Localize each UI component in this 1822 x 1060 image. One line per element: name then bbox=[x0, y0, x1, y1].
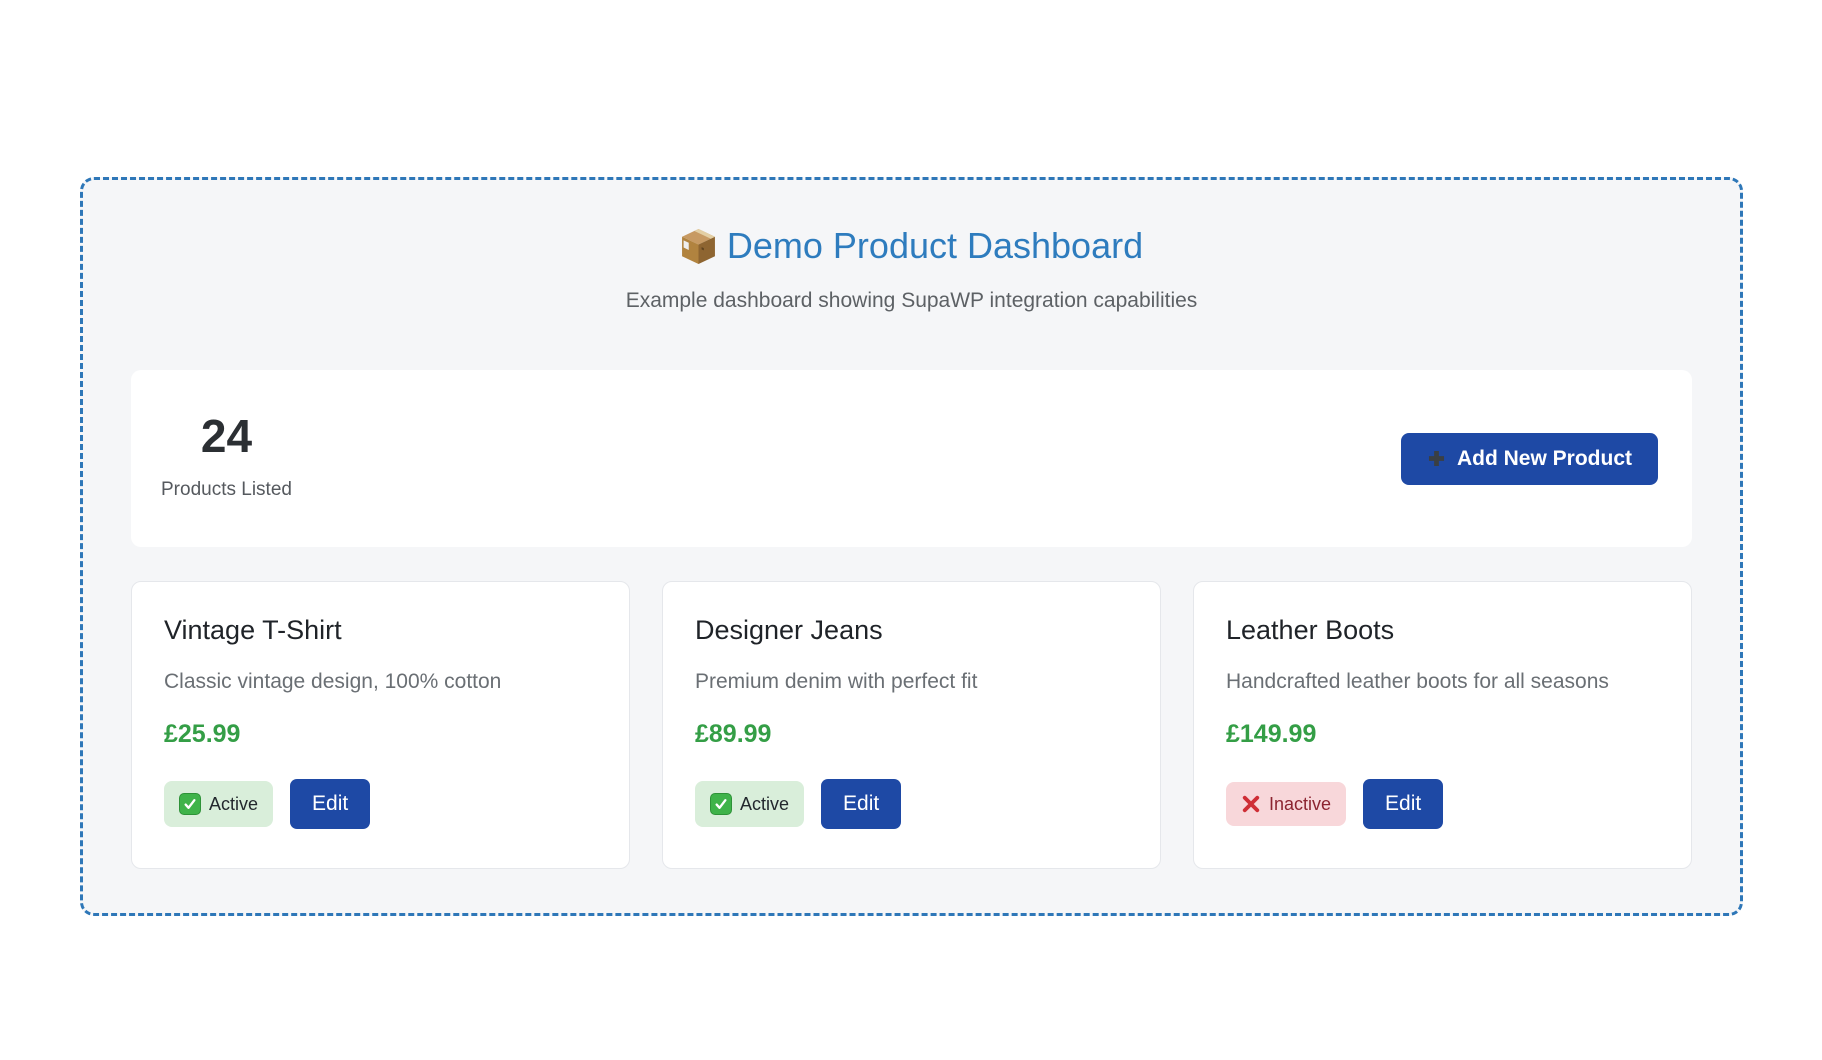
product-description: Classic vintage design, 100% cotton bbox=[164, 669, 597, 694]
package-icon bbox=[680, 228, 717, 265]
products-count-value: 24 bbox=[161, 411, 292, 461]
edit-button[interactable]: Edit bbox=[290, 779, 370, 829]
stats-bar: 24 Products Listed Add New Product bbox=[131, 370, 1692, 547]
product-name: Leather Boots bbox=[1226, 614, 1659, 646]
page-title-text: Demo Product Dashboard bbox=[727, 224, 1143, 268]
dashboard-header: Demo Product Dashboard Example dashboard… bbox=[131, 224, 1692, 314]
add-new-product-label: Add New Product bbox=[1457, 447, 1632, 471]
product-description: Premium denim with perfect fit bbox=[695, 669, 1128, 694]
product-card: Vintage T-Shirt Classic vintage design, … bbox=[131, 581, 630, 869]
status-label: Inactive bbox=[1269, 795, 1331, 813]
product-price: £89.99 bbox=[695, 720, 1128, 749]
plus-icon bbox=[1427, 449, 1446, 468]
check-icon bbox=[710, 793, 732, 815]
dashboard-container: Demo Product Dashboard Example dashboard… bbox=[80, 177, 1743, 916]
status-label: Active bbox=[209, 795, 258, 813]
product-actions: Inactive Edit bbox=[1226, 779, 1659, 829]
product-name: Vintage T-Shirt bbox=[164, 614, 597, 646]
product-card: Designer Jeans Premium denim with perfec… bbox=[662, 581, 1161, 869]
edit-button[interactable]: Edit bbox=[821, 779, 901, 829]
page-subtitle: Example dashboard showing SupaWP integra… bbox=[131, 288, 1692, 314]
check-icon bbox=[179, 793, 201, 815]
product-price: £149.99 bbox=[1226, 720, 1659, 749]
products-count-label: Products Listed bbox=[161, 479, 292, 501]
status-badge: Active bbox=[164, 781, 273, 827]
product-name: Designer Jeans bbox=[695, 614, 1128, 646]
add-new-product-button[interactable]: Add New Product bbox=[1401, 433, 1658, 485]
products-count-stat: 24 Products Listed bbox=[161, 411, 292, 507]
product-cards-grid: Vintage T-Shirt Classic vintage design, … bbox=[131, 581, 1692, 869]
status-label: Active bbox=[740, 795, 789, 813]
page-title: Demo Product Dashboard bbox=[131, 224, 1692, 268]
product-actions: Active Edit bbox=[695, 779, 1128, 829]
product-card: Leather Boots Handcrafted leather boots … bbox=[1193, 581, 1692, 869]
product-description: Handcrafted leather boots for all season… bbox=[1226, 669, 1659, 694]
edit-button[interactable]: Edit bbox=[1363, 779, 1443, 829]
status-badge: Active bbox=[695, 781, 804, 827]
product-price: £25.99 bbox=[164, 720, 597, 749]
product-actions: Active Edit bbox=[164, 779, 597, 829]
status-badge: Inactive bbox=[1226, 782, 1346, 826]
x-icon bbox=[1241, 794, 1261, 814]
